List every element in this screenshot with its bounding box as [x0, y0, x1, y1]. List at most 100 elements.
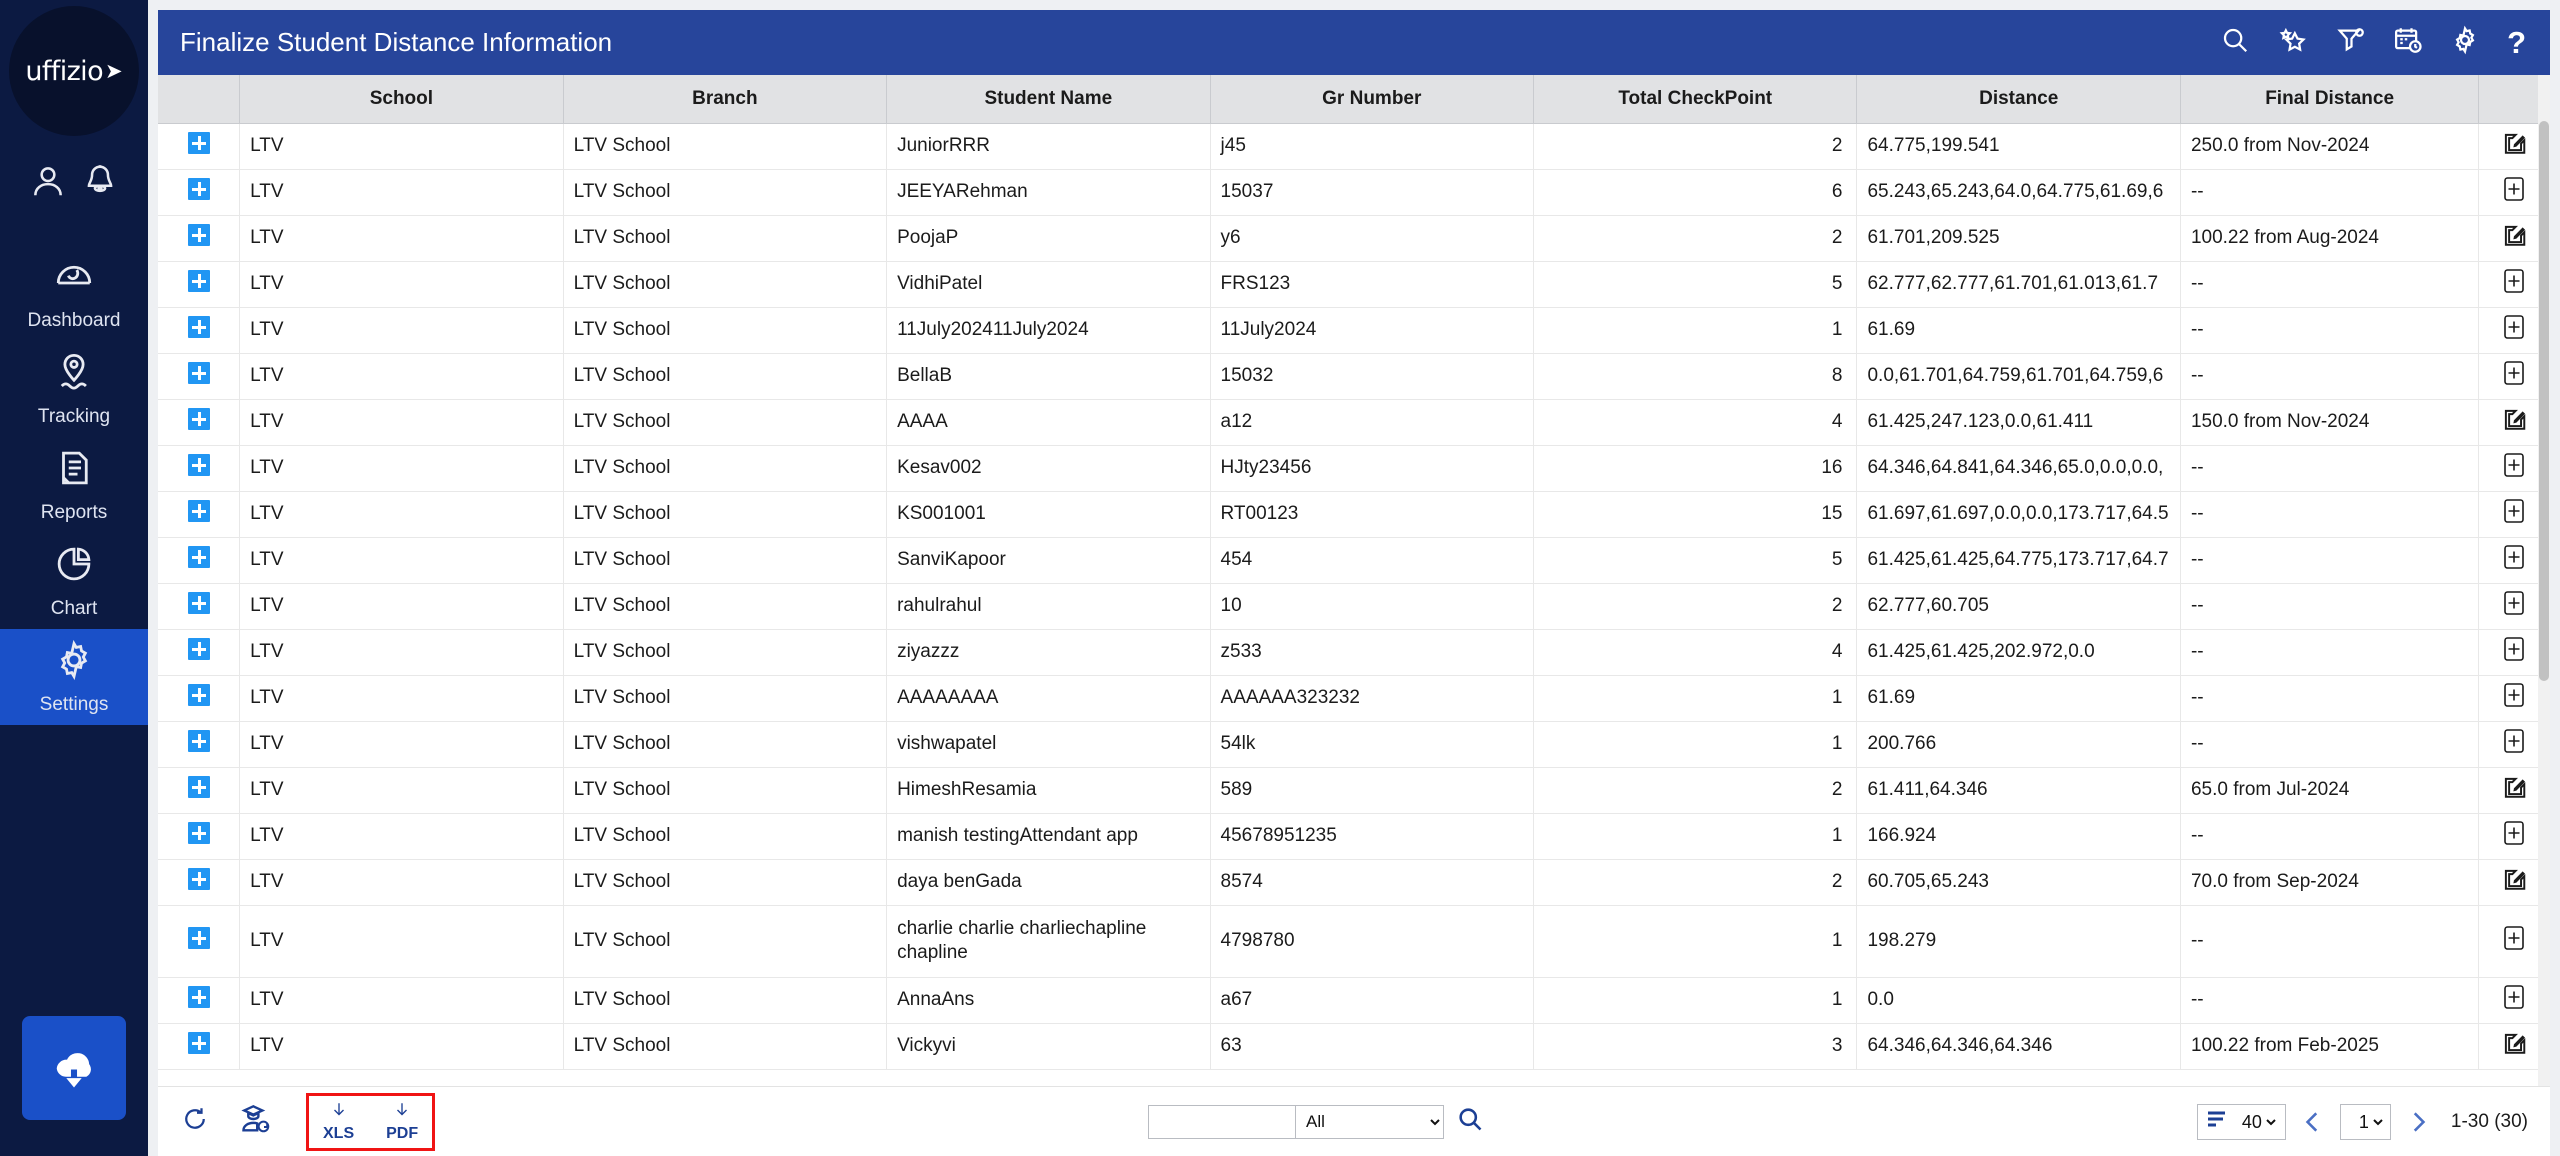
bell-icon[interactable] — [81, 162, 119, 205]
previous-page-button[interactable] — [2300, 1107, 2326, 1137]
row-expand-cell[interactable] — [158, 977, 241, 1024]
add-icon[interactable] — [2503, 452, 2525, 484]
row-expand-cell[interactable] — [158, 215, 241, 262]
edit-icon[interactable] — [2501, 1030, 2527, 1062]
add-icon[interactable] — [2503, 360, 2525, 392]
table-row[interactable]: LTV LTV School ziyazzz z533 4 61.425,61.425,2… — [158, 629, 2550, 676]
row-expand-cell[interactable] — [158, 445, 241, 492]
row-expand-cell[interactable] — [158, 1023, 241, 1070]
export-xls-button[interactable]: XLS — [323, 1101, 354, 1143]
row-expand-cell[interactable] — [158, 169, 241, 216]
edit-icon[interactable] — [2501, 866, 2527, 898]
table-row[interactable]: LTV LTV School AAAAAAAA AAAAAA323232 1 61.69-… — [158, 675, 2550, 722]
table-row[interactable]: LTV LTV School PoojaP y6 2 61.701,209.525 100.… — [158, 215, 2550, 262]
sidebar-item-settings[interactable]: Settings — [0, 629, 148, 725]
row-expand-cell[interactable] — [158, 537, 241, 584]
expand-plus-icon[interactable] — [187, 316, 210, 338]
page-number-control[interactable]: 1 — [2339, 1103, 2391, 1140]
column-school[interactable]: School — [239, 75, 564, 124]
table-row[interactable]: LTV LTV School manish testingAttendant app… — [158, 813, 2550, 860]
calendar-clock-icon[interactable] — [2393, 25, 2423, 60]
column-branch[interactable]: Branch — [563, 75, 888, 124]
table-row[interactable]: LTV LTV School AAAA a12 4 61.425,247.123,0.0,… — [158, 399, 2550, 446]
app-logo[interactable]: uffizio ➤ — [9, 6, 139, 136]
page-size-control[interactable]: 40 — [2196, 1103, 2286, 1140]
page-size-select[interactable]: 40 — [2237, 1110, 2279, 1133]
column-student-name[interactable]: Student Name — [886, 75, 1211, 124]
student-sync-icon[interactable] — [240, 1103, 272, 1140]
sidebar-item-reports[interactable]: Reports — [0, 437, 148, 533]
add-icon[interactable] — [2503, 590, 2525, 622]
edit-icon[interactable] — [2501, 130, 2527, 162]
row-expand-cell[interactable] — [158, 583, 241, 630]
edit-icon[interactable] — [2501, 774, 2527, 806]
search-icon[interactable] — [2220, 25, 2250, 60]
expand-plus-icon[interactable] — [187, 684, 210, 706]
column-gr-number[interactable]: Gr Number — [1210, 75, 1535, 124]
expand-plus-icon[interactable] — [187, 776, 210, 798]
row-expand-cell[interactable] — [158, 261, 241, 308]
table-row[interactable]: LTV LTV School BellaB 15032 8 0.0,61.701,64.7… — [158, 353, 2550, 400]
add-icon[interactable] — [2503, 728, 2525, 760]
table-row[interactable]: LTV LTV School JuniorRRR j45 2 64.775,199.541… — [158, 123, 2550, 170]
expand-plus-icon[interactable] — [187, 592, 210, 614]
expand-plus-icon[interactable] — [187, 178, 210, 200]
row-expand-cell[interactable] — [158, 721, 241, 768]
add-icon[interactable] — [2503, 268, 2525, 300]
help-icon[interactable]: ? — [2507, 27, 2526, 58]
gear-icon[interactable] — [2450, 25, 2480, 60]
add-icon[interactable] — [2503, 498, 2525, 530]
row-expand-cell[interactable] — [158, 353, 241, 400]
table-row[interactable]: LTV LTV School daya benGada 8574 2 60.705,65.… — [158, 859, 2550, 906]
search-input[interactable] — [1148, 1104, 1296, 1139]
expand-plus-icon[interactable] — [187, 224, 210, 246]
table-row[interactable]: LTV LTV School rahulrahul 10 2 62.777,60.705-… — [158, 583, 2550, 630]
sidebar-item-chart[interactable]: Chart — [0, 533, 148, 629]
row-expand-cell[interactable] — [158, 399, 241, 446]
vertical-scrollbar[interactable] — [2538, 75, 2550, 1086]
expand-plus-icon[interactable] — [187, 132, 210, 154]
add-icon[interactable] — [2503, 820, 2525, 852]
expand-plus-icon[interactable] — [187, 500, 210, 522]
table-row[interactable]: LTV LTV School SanviKapoor 454 5 61.425,61.42… — [158, 537, 2550, 584]
page-number-select[interactable]: 1 — [2354, 1110, 2386, 1133]
column-final-distance[interactable]: Final Distance — [2180, 75, 2480, 124]
table-row[interactable]: LTV LTV School AnnaAns a67 1 0.0 -- — [158, 977, 2550, 1024]
add-icon[interactable] — [2503, 176, 2525, 208]
row-expand-cell[interactable] — [158, 629, 241, 676]
expand-plus-icon[interactable] — [187, 546, 210, 568]
sidebar-item-dashboard[interactable]: Dashboard — [0, 245, 148, 341]
expand-plus-icon[interactable] — [187, 927, 210, 949]
table-row[interactable]: LTV LTV School KS001001 RT00123 15 61.697,61.… — [158, 491, 2550, 538]
cloud-download-button[interactable] — [22, 1016, 126, 1120]
row-expand-cell[interactable] — [158, 859, 241, 906]
add-icon[interactable] — [2503, 984, 2525, 1016]
search-filter-select[interactable]: All — [1296, 1104, 1444, 1139]
column-total-checkpoint[interactable]: Total CheckPoint — [1533, 75, 1858, 124]
search-button[interactable] — [1456, 1105, 1484, 1138]
expand-plus-icon[interactable] — [187, 1032, 210, 1054]
expand-plus-icon[interactable] — [187, 822, 210, 844]
expand-plus-icon[interactable] — [187, 408, 210, 430]
table-row[interactable]: LTV LTV School Kesav002 HJty23456 16 64.346,6… — [158, 445, 2550, 492]
table-row[interactable]: LTV LTV School HimeshResamia 589 2 61.411,64.… — [158, 767, 2550, 814]
filter-icon[interactable] — [2336, 25, 2366, 60]
add-icon[interactable] — [2503, 544, 2525, 576]
row-expand-cell[interactable] — [158, 767, 241, 814]
export-pdf-button[interactable]: PDF — [386, 1101, 418, 1143]
table-row[interactable]: LTV LTV School Vickyvi 63 3 64.346,64.346,64.… — [158, 1023, 2550, 1070]
star-favorite-icon[interactable] — [2277, 25, 2309, 60]
column-distance[interactable]: Distance — [1856, 75, 2181, 124]
expand-plus-icon[interactable] — [187, 638, 210, 660]
add-icon[interactable] — [2503, 636, 2525, 668]
table-row[interactable]: LTV LTV School vishwapatel 54lk 1 200.766 -- — [158, 721, 2550, 768]
add-icon[interactable] — [2503, 314, 2525, 346]
row-expand-cell[interactable] — [158, 307, 241, 354]
expand-plus-icon[interactable] — [187, 270, 210, 292]
refresh-icon[interactable] — [180, 1104, 210, 1139]
add-icon[interactable] — [2503, 682, 2525, 714]
next-page-button[interactable] — [2405, 1107, 2431, 1137]
user-icon[interactable] — [29, 162, 67, 205]
edit-icon[interactable] — [2501, 222, 2527, 254]
row-expand-cell[interactable] — [158, 123, 241, 170]
